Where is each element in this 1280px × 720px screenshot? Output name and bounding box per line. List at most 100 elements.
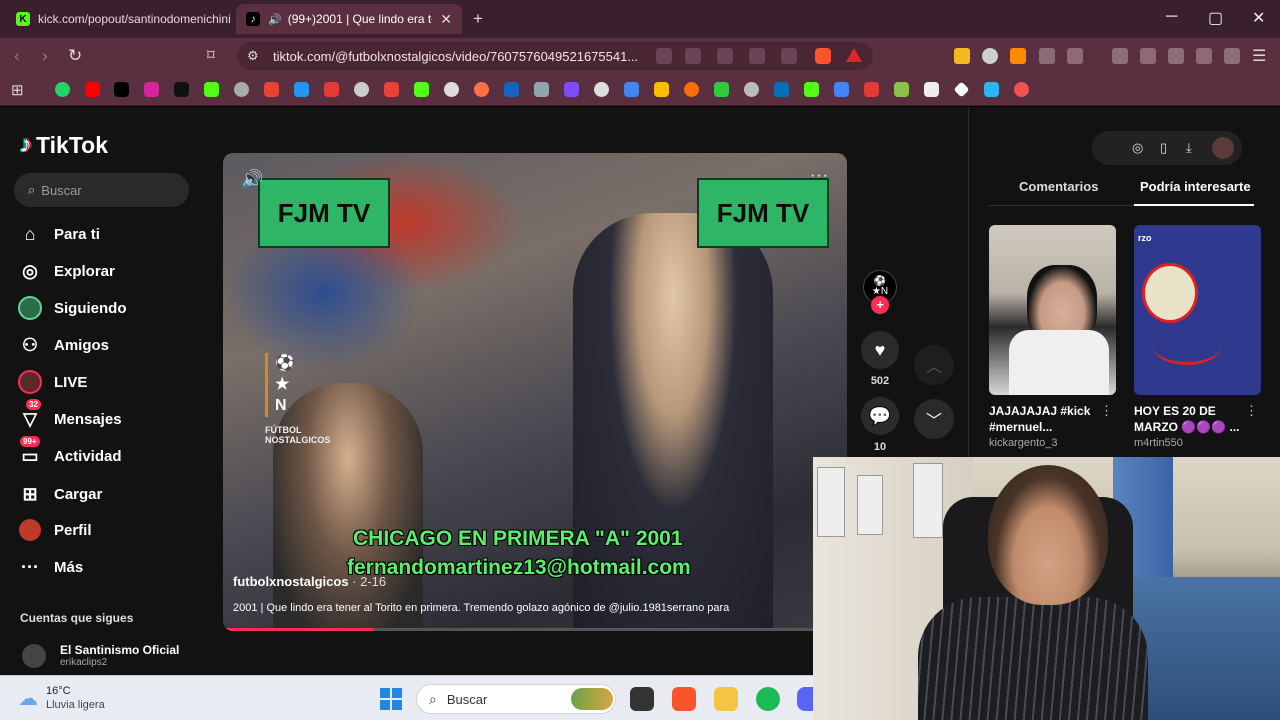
globe-icon[interactable] [234, 82, 249, 97]
brave-shield-icon[interactable] [815, 48, 831, 64]
media-off-icon[interactable] [656, 48, 672, 64]
video-player[interactable]: FJM TV FJM TV 🔊 ··· ⚽ ★ N FÚTBOL NOSTALGIC… [223, 153, 847, 631]
forward-button[interactable]: › [42, 46, 48, 66]
back-button[interactable]: ‹ [14, 46, 20, 66]
next-video-button[interactable]: ﹀ [914, 399, 954, 439]
bookmark-blue-icon[interactable] [294, 82, 309, 97]
tab-comentarios[interactable]: Comentarios [1019, 179, 1098, 194]
menu-icon[interactable]: ☰ [1252, 46, 1266, 66]
address-input[interactable]: ⚙ tiktok.com/@futbolxnostalgicos/video/7… [237, 42, 873, 70]
nav-siguiendo[interactable]: Siguiendo [18, 294, 127, 322]
gmail-icon[interactable] [264, 82, 279, 97]
gmail-2-icon[interactable] [384, 82, 399, 97]
leo-ai-icon[interactable] [1196, 48, 1212, 64]
docs-2-icon[interactable] [834, 82, 849, 97]
music-icon[interactable] [1112, 48, 1128, 64]
kick-bookmark-3-icon[interactable] [804, 82, 819, 97]
nav-explorar[interactable]: ◎ Explorar [18, 257, 115, 285]
x-icon[interactable] [174, 82, 189, 97]
nav-mas[interactable]: ··· Más [18, 553, 83, 581]
bookmark-red-circle-icon[interactable] [1014, 82, 1029, 97]
zoom-icon[interactable] [749, 48, 765, 64]
github-icon[interactable] [354, 82, 369, 97]
globe-2-icon[interactable] [744, 82, 759, 97]
site-settings-icon[interactable]: ⚙ [247, 48, 259, 64]
search-input[interactable]: ⌕ Buscar [14, 173, 189, 207]
translate-icon[interactable] [685, 48, 701, 64]
phone-icon[interactable]: ▯ [1160, 140, 1167, 156]
nav-amigos[interactable]: ⚇ Amigos [18, 331, 109, 359]
youtube-icon[interactable] [85, 82, 100, 97]
creator-avatar[interactable]: ⚽ ★N + [861, 270, 899, 314]
download-icon[interactable]: ⤓ [1186, 140, 1192, 156]
weather-widget[interactable]: ☁ 16°C Lluvia ligera [18, 684, 105, 712]
cast-icon[interactable] [717, 48, 733, 64]
suggested-video-card[interactable]: rzo HOY ES 20 DE MARZO 🟣🟣🟣 ... m4rtin550… [1134, 225, 1262, 449]
brave-browser-icon[interactable] [672, 687, 696, 711]
wallet-icon[interactable] [1168, 48, 1184, 64]
extension-play-icon[interactable] [982, 48, 998, 64]
bookmark-orange-icon[interactable] [474, 82, 489, 97]
bookmark-dropbox-icon[interactable] [504, 82, 519, 97]
file-explorer-icon[interactable] [714, 687, 738, 711]
reload-icon[interactable]: ↻ [68, 46, 82, 66]
task-view-icon[interactable] [630, 687, 654, 711]
bookmark-d-icon[interactable] [714, 82, 729, 97]
tiktok-logo[interactable]: ♪ TikTok [20, 131, 108, 159]
previous-video-button[interactable]: ︿ [914, 345, 954, 385]
chatgpt-icon[interactable] [594, 82, 609, 97]
kick-bookmark-icon[interactable] [204, 82, 219, 97]
bookmark-gray-icon[interactable] [534, 82, 549, 97]
nav-cargar[interactable]: ⊞ Cargar [18, 480, 102, 508]
diamond-icon[interactable] [953, 81, 970, 98]
download-blue-icon[interactable] [984, 82, 999, 97]
extension-wallet-icon[interactable] [954, 48, 970, 64]
kick-bookmark-2-icon[interactable] [414, 82, 429, 97]
card-more-icon[interactable]: ⋮ [1245, 403, 1258, 419]
minimize-button[interactable]: ─ [1166, 8, 1177, 26]
stats-icon[interactable] [324, 82, 339, 97]
video-author[interactable]: futbolxnostalgicos · 2-16 [233, 574, 386, 589]
windows-start-icon[interactable] [380, 688, 402, 710]
maximize-button[interactable]: ▢ [1208, 8, 1223, 28]
bookmark-dot-icon[interactable] [684, 82, 699, 97]
nav-perfil[interactable]: Perfil [18, 516, 92, 544]
vpn-shield-icon[interactable] [1224, 48, 1240, 64]
nav-mensajes[interactable]: ▽ 32 Mensajes [18, 399, 122, 433]
close-tab-icon[interactable]: ✕ [432, 11, 452, 28]
nav-actividad[interactable]: ▭ 99+ Actividad [18, 436, 122, 470]
taskbar-search-input[interactable]: ⌕ Buscar [416, 684, 616, 714]
follow-plus-icon[interactable]: + [871, 296, 889, 314]
tab-podria-interesarte[interactable]: Podría interesarte [1140, 179, 1251, 194]
paypal-icon[interactable] [774, 82, 789, 97]
docs-icon[interactable] [624, 82, 639, 97]
new-tab-button[interactable]: + [473, 9, 483, 29]
volume-icon[interactable]: 🔊 [241, 169, 263, 190]
suggested-video-card[interactable]: JAJAJAJAJ #kick #mernuel... kickargento_… [989, 225, 1117, 449]
nav-live[interactable]: LIVE [18, 368, 87, 396]
bookmark-icon[interactable]: ⌑ [207, 46, 215, 64]
bookmark-circle-icon[interactable] [444, 82, 459, 97]
video-progress-bar[interactable] [223, 628, 847, 631]
download-green-icon[interactable] [894, 82, 909, 97]
bookmark-purple-icon[interactable] [564, 82, 579, 97]
extension-arrow-icon[interactable] [1010, 48, 1026, 64]
extensions-puzzle-icon[interactable] [1039, 48, 1055, 64]
tab-kick[interactable]: K kick.com/popout/santinodomenichini [6, 4, 234, 34]
tiktok-bookmark-icon[interactable] [114, 82, 129, 97]
drive-icon[interactable] [654, 82, 669, 97]
user-avatar[interactable] [1212, 137, 1234, 159]
following-account[interactable]: El Santinismo Oficial erikaclips2 [22, 643, 179, 668]
compass-small-icon[interactable]: ◎ [1132, 140, 1143, 156]
discord-icon[interactable] [797, 687, 813, 711]
sidebar-icon[interactable] [1140, 48, 1156, 64]
instagram-icon[interactable] [144, 82, 159, 97]
like-button[interactable]: ♥ 502 [861, 331, 899, 387]
close-window-button[interactable]: ✕ [1252, 8, 1265, 28]
tab-tiktok[interactable]: ♪ 🔊 (99+)2001 | Que lindo era tener ✕ [236, 4, 462, 34]
download-red-icon[interactable] [864, 82, 879, 97]
file-icon[interactable] [924, 82, 939, 97]
whatsapp-icon[interactable] [55, 82, 70, 97]
nav-para-ti[interactable]: ⌂ Para ti [18, 220, 100, 248]
comment-button[interactable]: 💬 10 [861, 397, 899, 453]
